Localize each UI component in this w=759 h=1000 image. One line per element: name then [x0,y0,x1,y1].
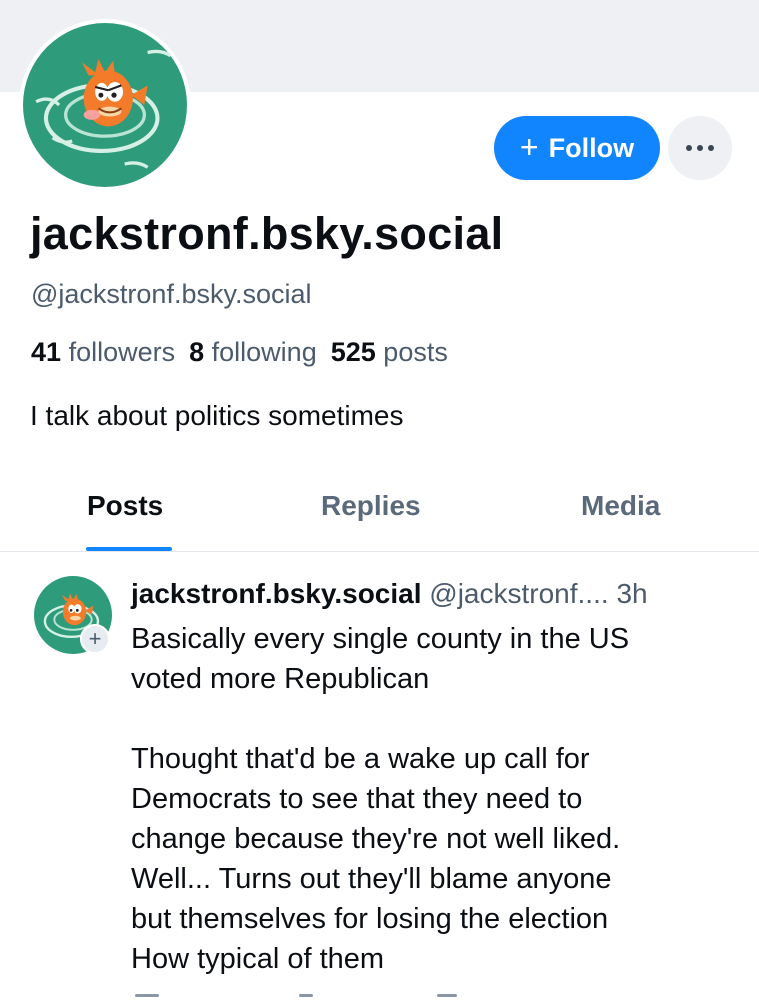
plus-icon: + [519,128,539,165]
more-options-button[interactable] [668,116,732,180]
post-timestamp[interactable]: 3h [616,578,647,609]
tab-posts[interactable]: Posts [87,490,163,522]
post-author-handle[interactable]: @jackstronf.... [429,578,608,609]
tab-media[interactable]: Media [581,490,660,522]
following-label: following [211,337,317,367]
ellipsis-icon [686,145,714,151]
followers-label: followers [68,337,176,367]
reply-icon[interactable] [135,994,159,997]
posts-label: posts [383,337,448,367]
active-tab-indicator [86,547,172,551]
post-header: jackstronf.bsky.social @jackstronf.... 3… [131,578,648,610]
followers-link[interactable]: 41 followers [31,337,175,368]
cartoon-fish-avatar-icon [23,23,187,187]
tab-replies[interactable]: Replies [321,490,421,522]
posts-count: 525 [330,337,376,367]
post-actions-bar [131,994,691,1000]
repost-icon[interactable] [299,994,313,997]
profile-bio: I talk about politics sometimes [30,400,404,431]
follow-button-label: Follow [548,132,635,163]
like-icon[interactable] [437,994,457,997]
profile-avatar[interactable] [19,19,191,191]
follow-plus-icon[interactable]: + [80,624,110,654]
profile-tabs: Posts Replies Media [0,470,759,552]
profile-stats: 41 followers 8 following 525 posts [31,337,448,368]
followers-count: 41 [31,337,62,367]
profile-display-name: jackstronf.bsky.social [30,208,504,259]
following-link[interactable]: 8 following [189,337,317,368]
following-count: 8 [189,337,205,367]
posts-stat: 525 posts [331,337,448,368]
post-author-name[interactable]: jackstronf.bsky.social [131,578,422,609]
profile-handle: @jackstronf.bsky.social [31,279,312,309]
post-body: Basically every single county in the US … [131,623,630,975]
follow-button[interactable]: + Follow [494,116,660,180]
